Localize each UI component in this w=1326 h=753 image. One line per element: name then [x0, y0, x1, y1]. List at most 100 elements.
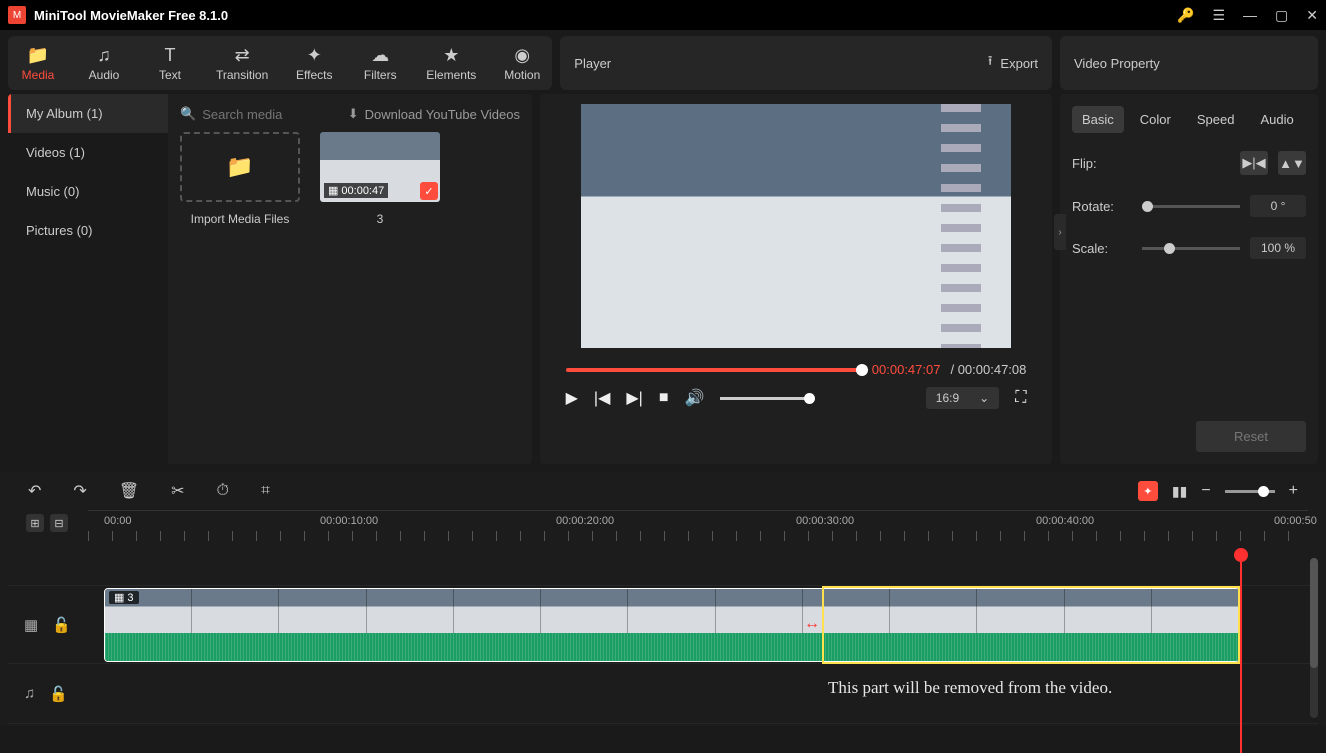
- next-frame-button[interactable]: ▶|: [626, 388, 642, 408]
- progress-bar[interactable]: [566, 368, 862, 372]
- aspect-ratio-select[interactable]: 16:9⌄: [926, 387, 999, 409]
- stop-button[interactable]: ■: [659, 389, 669, 407]
- video-preview[interactable]: [581, 104, 1011, 348]
- remove-track-button[interactable]: ⊟: [50, 514, 68, 532]
- clip-waveform: [105, 633, 1239, 662]
- motion-icon: ◉: [514, 44, 530, 66]
- import-label: Import Media Files: [180, 212, 300, 226]
- add-track-button[interactable]: ⊞: [26, 514, 44, 532]
- speed-button[interactable]: ⏱: [217, 482, 229, 500]
- thumbnail-check-icon: ✓: [420, 182, 438, 200]
- tab-text[interactable]: TText: [150, 44, 190, 82]
- scale-slider[interactable]: [1142, 247, 1240, 250]
- flip-horizontal-button[interactable]: ▶|◀: [1240, 151, 1268, 175]
- minimize-button[interactable]: —: [1243, 7, 1257, 23]
- video-track[interactable]: ▦ 🔓 ▦3 ↔: [8, 586, 1318, 664]
- player-progress[interactable]: 00:00:47:07 / 00:00:47:08: [566, 362, 1027, 377]
- split-button[interactable]: ✂: [171, 481, 184, 501]
- tab-effects[interactable]: ✦Effects: [294, 44, 334, 82]
- timeline-ruler[interactable]: 00:00 00:00:10:00 00:00:20:00 00:00:30:0…: [88, 510, 1308, 546]
- audio-track[interactable]: ♫🔓 This part will be removed from the vi…: [8, 664, 1318, 724]
- transition-icon: ⇄: [235, 44, 250, 66]
- player-header: Player ⭱ Export: [560, 36, 1052, 90]
- auto-fit-button[interactable]: ✦: [1138, 481, 1158, 501]
- text-icon: T: [165, 44, 176, 66]
- media-sidebar: My Album (1) Videos (1) Music (0) Pictur…: [8, 94, 168, 464]
- tab-media[interactable]: 📁Media: [18, 44, 58, 82]
- proptab-basic[interactable]: Basic: [1072, 106, 1124, 133]
- property-title: Video Property: [1074, 56, 1160, 71]
- tab-motion[interactable]: ◉Motion: [502, 44, 542, 82]
- zoom-slider[interactable]: [1225, 490, 1275, 493]
- tab-filters[interactable]: ☁Filters: [360, 44, 400, 82]
- video-track-icon: ▦: [24, 616, 38, 634]
- split-cursor-icon[interactable]: ↔: [802, 614, 822, 634]
- zoom-out-button[interactable]: −: [1201, 482, 1210, 500]
- tab-elements[interactable]: ★Elements: [426, 44, 476, 82]
- key-icon[interactable]: 🔑: [1177, 7, 1194, 24]
- lock-icon[interactable]: 🔓: [52, 616, 71, 634]
- app-logo-icon: M: [8, 6, 26, 24]
- ruler-tick: 00:00:40:00: [1036, 515, 1094, 527]
- fullscreen-button[interactable]: ⛶: [1015, 389, 1026, 407]
- reset-button[interactable]: Reset: [1196, 421, 1306, 452]
- search-input[interactable]: [202, 107, 322, 122]
- tab-audio[interactable]: ♫Audio: [84, 44, 124, 82]
- scale-label: Scale:: [1072, 241, 1132, 256]
- volume-slider[interactable]: [720, 397, 810, 400]
- download-youtube-link[interactable]: ⬇ Download YouTube Videos: [348, 106, 520, 122]
- sidebar-item-videos[interactable]: Videos (1): [8, 133, 168, 172]
- player-title: Player: [574, 56, 611, 71]
- timeline-scrollbar[interactable]: [1310, 558, 1318, 718]
- timeline-clip[interactable]: ▦3: [104, 588, 1240, 662]
- play-button[interactable]: ▶: [566, 388, 578, 408]
- media-thumbnail[interactable]: ▦00:00:47 ✓: [320, 132, 440, 202]
- cloud-icon: ☁: [371, 44, 389, 66]
- property-header: Video Property: [1060, 36, 1318, 90]
- zoom-in-button[interactable]: +: [1289, 482, 1298, 500]
- tab-transition[interactable]: ⇄Transition: [216, 44, 268, 82]
- sidebar-item-myalbum[interactable]: My Album (1): [8, 94, 168, 133]
- proptab-audio[interactable]: Audio: [1250, 106, 1303, 133]
- chevron-down-icon: ⌄: [979, 391, 989, 405]
- property-panel: › Basic Color Speed Audio Flip: ▶|◀ ▲▼ R…: [1060, 94, 1318, 464]
- media-panel: My Album (1) Videos (1) Music (0) Pictur…: [8, 94, 532, 464]
- prev-frame-button[interactable]: |◀: [594, 388, 610, 408]
- clip-film-icon: ▦: [114, 591, 124, 604]
- snap-button[interactable]: ▮▮: [1172, 483, 1187, 500]
- sidebar-item-music[interactable]: Music (0): [8, 172, 168, 211]
- redo-button[interactable]: ↷: [73, 481, 86, 501]
- thumbnail-name: 3: [320, 212, 440, 226]
- ruler-tick: 00:00:10:00: [320, 515, 378, 527]
- proptab-color[interactable]: Color: [1130, 106, 1181, 133]
- flip-vertical-button[interactable]: ▲▼: [1278, 151, 1306, 175]
- folder-icon: 📁: [27, 44, 49, 66]
- player-panel: 00:00:47:07 / 00:00:47:08 ▶ |◀ ▶| ■ 🔊 16…: [540, 94, 1052, 464]
- ruler-tick: 00:00:30:00: [796, 515, 854, 527]
- delete-button[interactable]: 🗑: [119, 481, 139, 501]
- lock-icon[interactable]: 🔓: [49, 685, 68, 703]
- download-icon: ⬇: [348, 106, 359, 122]
- search-icon: 🔍: [180, 106, 196, 122]
- time-current: 00:00:47:07: [872, 362, 941, 377]
- volume-icon[interactable]: 🔊: [685, 388, 705, 408]
- main-toolbar: 📁Media ♫Audio TText ⇄Transition ✦Effects…: [8, 36, 552, 90]
- proptab-speed[interactable]: Speed: [1187, 106, 1245, 133]
- thumbnail-duration: ▦00:00:47: [324, 183, 388, 198]
- scale-value[interactable]: 100 %: [1250, 237, 1306, 259]
- undo-button[interactable]: ↶: [28, 481, 41, 501]
- maximize-button[interactable]: ▢: [1275, 7, 1288, 24]
- rotate-value[interactable]: 0 °: [1250, 195, 1306, 217]
- rotate-slider[interactable]: [1142, 205, 1240, 208]
- close-button[interactable]: ✕: [1306, 7, 1318, 24]
- import-media-button[interactable]: 📁: [180, 132, 300, 202]
- export-button[interactable]: ⭱ Export: [988, 52, 1038, 74]
- menu-icon[interactable]: ☰: [1212, 7, 1225, 24]
- sidebar-item-pictures[interactable]: Pictures (0): [8, 211, 168, 250]
- title-bar: M MiniTool MovieMaker Free 8.1.0 🔑 ☰ — ▢…: [0, 0, 1326, 30]
- audio-track-icon: ♫: [24, 685, 35, 702]
- timeline: ↶ ↷ 🗑 ✂ ⏱ ⌗ ✦ ▮▮ − + ⊞ ⊟ 00:00 00:00:10:…: [0, 472, 1326, 726]
- crop-button[interactable]: ⌗: [261, 482, 270, 500]
- panel-toggle[interactable]: ›: [1054, 214, 1066, 250]
- flip-label: Flip:: [1072, 156, 1132, 171]
